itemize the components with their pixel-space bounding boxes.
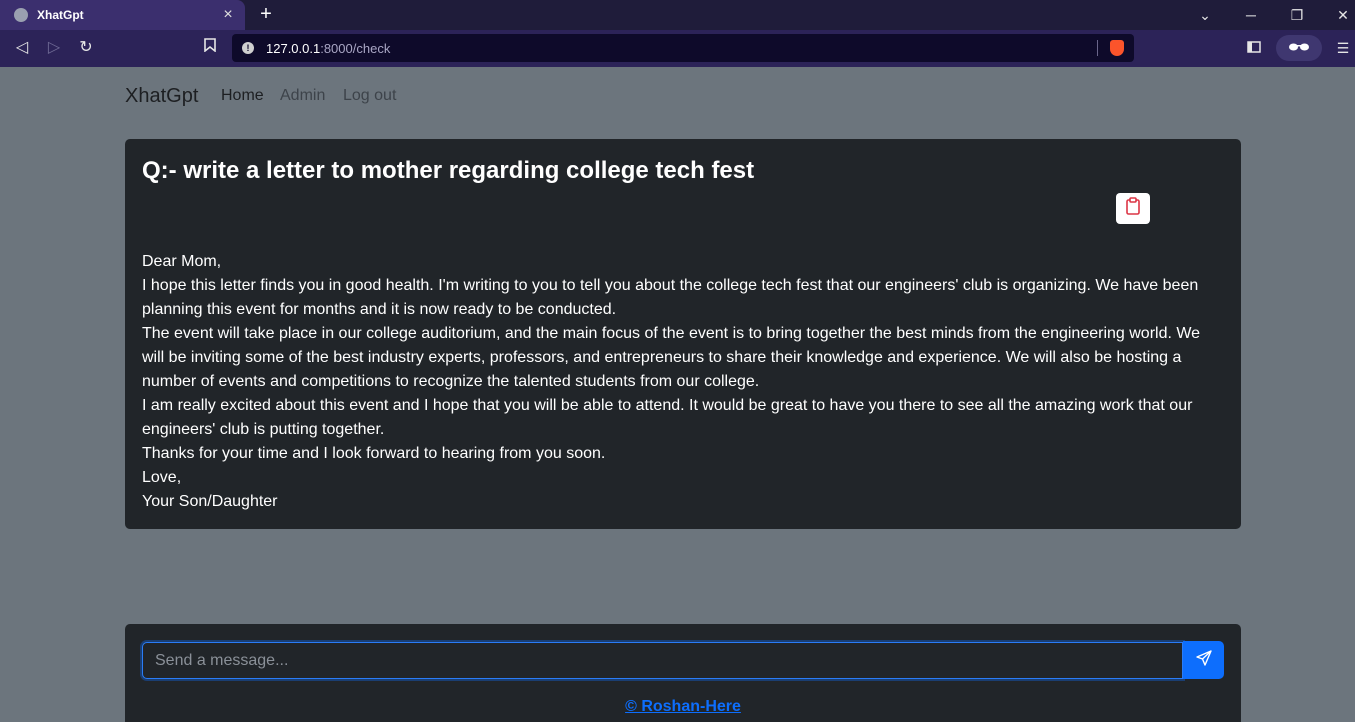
url-host: 127.0.0.1 [266,40,321,56]
footer-credit: © Roshan-Here [125,698,1241,716]
tab-title: XhatGpt [37,8,84,22]
site-info-icon[interactable]: ! [242,42,254,54]
answer-line: Thanks for your time and I look forward … [142,445,606,462]
message-input[interactable] [142,642,1183,679]
composer-panel: © Roshan-Here [125,624,1241,722]
nav-logout-link[interactable]: Log out [343,87,396,105]
reload-icon[interactable]: ↻ [74,37,98,59]
answer-line: Your Son/Daughter [142,493,278,510]
menu-icon[interactable]: ☰ [1334,37,1352,59]
address-bar[interactable]: ! 127.0.0.1:8000/check [232,34,1134,62]
close-window-icon[interactable]: ✕ [1320,0,1355,30]
answer-line: Dear Mom, [142,253,222,270]
answer-line: I hope this letter finds you in good hea… [142,277,1199,318]
url-path: :8000/check [320,40,391,56]
response-card: Q:- write a letter to mother regarding c… [125,139,1241,529]
nav-admin-link[interactable]: Admin [280,87,325,105]
browser-tab-bar: XhatGpt × + ⌄ ─ ❐ ✕ [0,0,1355,30]
minimize-icon[interactable]: ─ [1228,0,1274,30]
divider [1097,40,1098,56]
tab-close-icon[interactable]: × [219,6,237,24]
sidebar-icon[interactable] [1244,37,1264,59]
back-icon[interactable]: ◁ [10,37,34,59]
restore-icon[interactable]: ❐ [1274,0,1320,30]
answer-text: Dear Mom, I hope this letter finds you i… [142,250,1222,514]
answer-line: The event will take place in our college… [142,325,1201,390]
globe-icon [14,8,28,22]
answer-line: I am really excited about this event and… [142,397,1193,438]
answer-line: Love, [142,469,182,486]
brave-shield-icon[interactable] [1110,40,1124,56]
nav-home-link[interactable]: Home [221,87,264,105]
new-tab-button[interactable]: + [255,3,277,25]
forward-icon[interactable]: ▷ [42,37,66,59]
bookmark-icon[interactable] [198,37,222,59]
question-heading: Q:- write a letter to mother regarding c… [142,157,755,184]
credit-link[interactable]: © Roshan-Here [625,698,741,715]
browser-tab[interactable]: XhatGpt × [0,0,245,30]
browser-toolbar: ◁ ▷ ↻ ! 127.0.0.1:8000/check ☰ [0,30,1355,67]
copy-button[interactable] [1116,193,1150,224]
send-button[interactable] [1183,641,1224,679]
glasses-icon[interactable] [1276,35,1322,61]
send-icon [1195,649,1212,671]
tab-search-icon[interactable]: ⌄ [1182,0,1228,30]
navbar-brand[interactable]: XhatGpt [125,85,198,108]
clipboard-icon [1125,197,1141,220]
